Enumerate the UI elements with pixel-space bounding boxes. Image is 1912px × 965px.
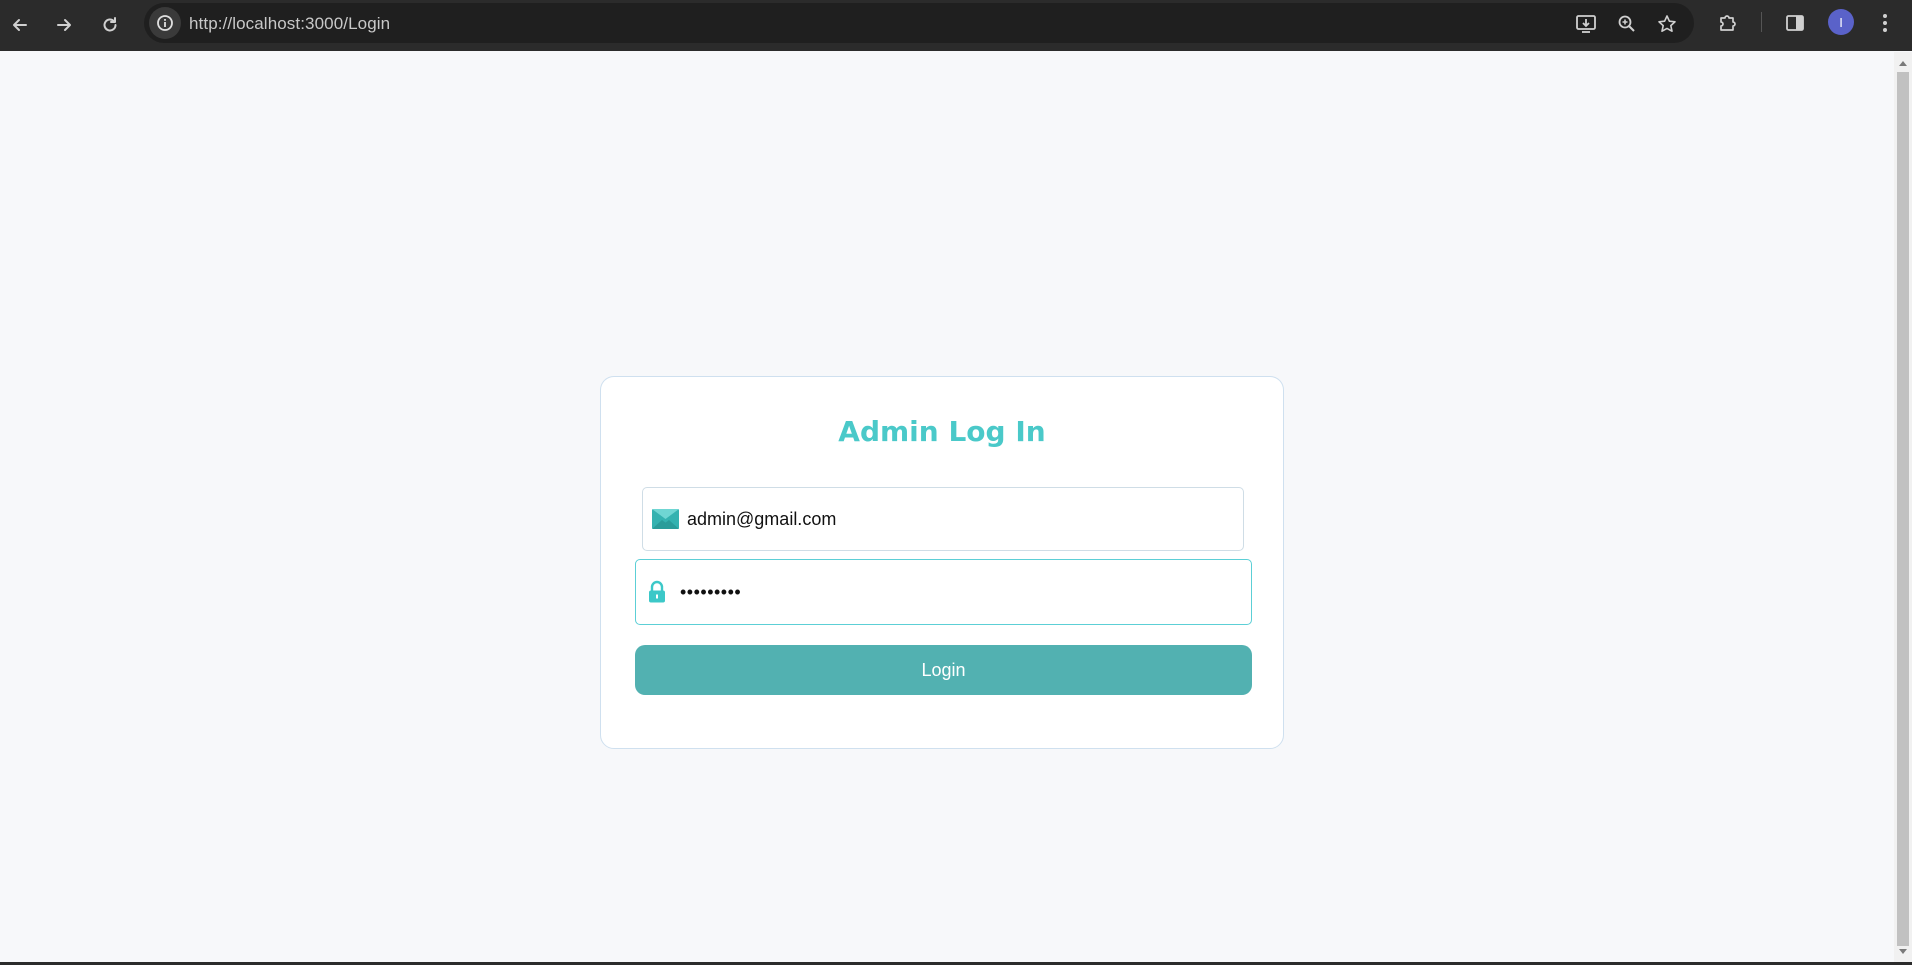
reload-button[interactable] (93, 8, 127, 42)
back-button[interactable] (3, 8, 37, 42)
browser-toolbar: http://localhost:3000/Login I (0, 0, 1912, 51)
email-field[interactable] (642, 487, 1244, 551)
side-panel-icon (1786, 15, 1804, 31)
kebab-menu-icon (1883, 14, 1887, 32)
page-scrollbar[interactable] (1894, 52, 1912, 962)
profile-avatar[interactable]: I (1828, 9, 1854, 35)
login-card: Admin Log In Login (600, 376, 1284, 749)
puzzle-icon (1720, 15, 1736, 31)
toolbar-divider (1761, 12, 1762, 32)
login-button[interactable]: Login (635, 645, 1252, 695)
password-input[interactable] (680, 560, 1235, 624)
arrow-right-icon (57, 19, 71, 31)
star-icon (1658, 15, 1676, 32)
bookmark-button[interactable] (1655, 12, 1679, 36)
info-icon (157, 15, 173, 31)
zoom-icon (1618, 15, 1635, 32)
envelope-icon (652, 509, 679, 529)
zoom-button[interactable] (1615, 12, 1639, 36)
address-bar[interactable]: http://localhost:3000/Login (144, 3, 1694, 43)
email-input[interactable] (687, 488, 1227, 550)
install-app-icon (1576, 15, 1596, 33)
side-panel-button[interactable] (1782, 10, 1808, 36)
forward-button[interactable] (47, 8, 81, 42)
scroll-thumb[interactable] (1897, 72, 1909, 946)
password-field[interactable] (635, 559, 1252, 625)
url-text[interactable]: http://localhost:3000/Login (189, 14, 390, 34)
browser-menu-button[interactable] (1872, 10, 1898, 36)
reload-icon (103, 17, 117, 32)
site-info-button[interactable] (149, 7, 181, 39)
scroll-up-icon[interactable] (1899, 61, 1907, 66)
page-title: Admin Log In (838, 415, 1046, 448)
install-app-button[interactable] (1574, 12, 1598, 36)
scroll-down-icon[interactable] (1899, 949, 1907, 954)
extensions-button[interactable] (1715, 10, 1741, 36)
arrow-left-icon (13, 19, 27, 31)
lock-icon (648, 580, 666, 604)
